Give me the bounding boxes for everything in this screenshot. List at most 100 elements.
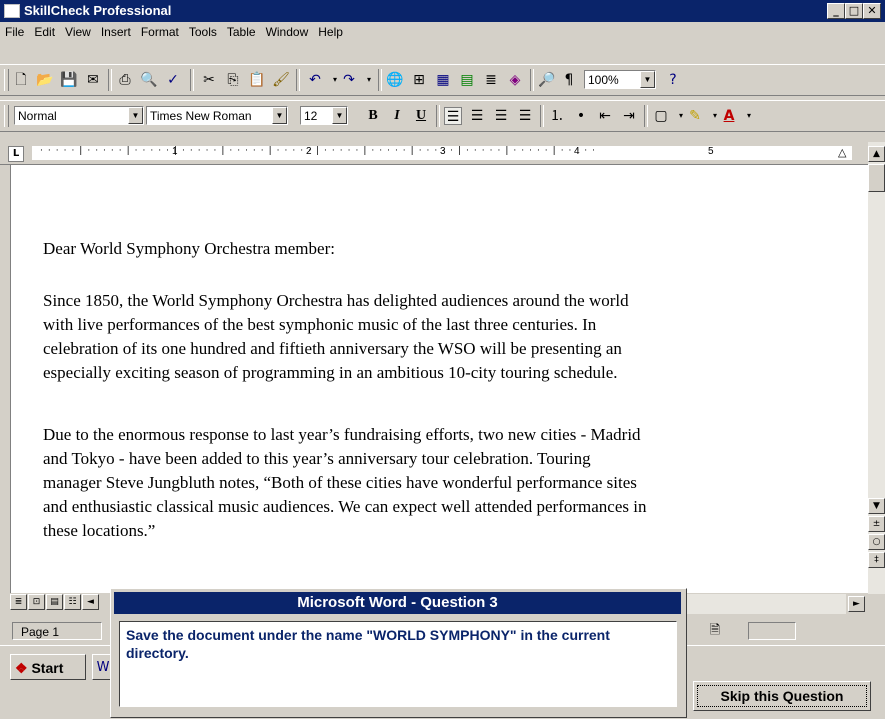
bullets-icon[interactable]: •: [572, 107, 590, 125]
spelling-status-icon[interactable]: 🗎: [690, 622, 740, 640]
justify-icon[interactable]: ☰: [516, 107, 534, 125]
show-hide-icon[interactable]: ¶: [560, 71, 578, 89]
font-color-dropdown-icon[interactable]: ▾: [740, 107, 758, 125]
separator: [644, 105, 648, 127]
outline-view-icon[interactable]: ☷: [64, 594, 81, 610]
menu-insert[interactable]: Insert: [96, 22, 136, 39]
ruler[interactable]: L ·····|·····|·····|·····|·····|·····|··…: [0, 142, 868, 165]
cut-icon[interactable]: ✂: [200, 71, 218, 89]
minimize-button[interactable]: _: [827, 3, 845, 19]
menu-file[interactable]: File: [0, 22, 29, 39]
maximize-button[interactable]: □: [845, 3, 863, 19]
paragraph-1-line-4: especially exciting season of programmin…: [43, 363, 618, 382]
insert-table-icon[interactable]: ▦: [434, 71, 452, 89]
scroll-left-icon[interactable]: ◄: [82, 594, 99, 610]
open-icon[interactable]: 📂: [36, 71, 54, 89]
align-right-icon[interactable]: ☰: [492, 107, 510, 125]
formatting-toolbar: Normal ▼ Times New Roman ▼ 12 ▼ B I U ☰ ☰ ☰…: [0, 100, 885, 132]
align-left-icon[interactable]: ☰: [444, 107, 462, 125]
chevron-down-icon[interactable]: ▼: [640, 71, 655, 88]
menu-window[interactable]: Window: [261, 22, 314, 39]
normal-view-icon[interactable]: ≣: [10, 594, 27, 610]
numbering-icon[interactable]: ⒈: [548, 107, 566, 125]
style-select[interactable]: Normal ▼: [14, 106, 144, 125]
scroll-thumb[interactable]: [868, 164, 885, 192]
paragraph-2-line-2: and Tokyo - have been added to this year…: [43, 449, 591, 468]
spelling-icon[interactable]: ✓: [164, 71, 182, 89]
app-icon: [4, 4, 20, 18]
print-layout-icon[interactable]: ▤: [46, 594, 63, 610]
menu-table[interactable]: Table: [222, 22, 261, 39]
toolbar-grip[interactable]: [4, 69, 9, 91]
tables-borders-icon[interactable]: ⊞: [410, 71, 428, 89]
paste-icon[interactable]: 📋: [248, 71, 266, 89]
separator: [108, 69, 112, 91]
bold-button[interactable]: B: [364, 107, 382, 125]
chevron-down-icon[interactable]: ▼: [272, 107, 287, 124]
help-icon[interactable]: ?: [664, 71, 682, 89]
style-value: Normal: [18, 109, 57, 123]
standard-toolbar: 🗋 📂 💾 ✉ ⎙ 🔍 ✓ ✂ ⎘ 📋 🖌 ↶ ▾ ↷ ▾ 🌐 ⊞ ▦ ▤ ≣ …: [0, 64, 885, 96]
start-button[interactable]: ❖ Start: [10, 654, 86, 680]
insert-excel-icon[interactable]: ▤: [458, 71, 476, 89]
paragraph-1-line-1: Since 1850, the World Symphony Orchestra…: [43, 291, 629, 310]
web-layout-icon[interactable]: ⊡: [28, 594, 45, 610]
dialog-title: Microsoft Word - Question 3: [114, 592, 681, 614]
status-panel: [748, 622, 796, 640]
font-select[interactable]: Times New Roman ▼: [146, 106, 288, 125]
tab-selector[interactable]: L: [8, 146, 24, 162]
menu-edit[interactable]: Edit: [29, 22, 60, 39]
document-page[interactable]: Dear World Symphony Orchestra member: Si…: [10, 165, 869, 593]
menu-format[interactable]: Format: [136, 22, 184, 39]
separator: [378, 69, 382, 91]
horizontal-scroll-track[interactable]: [686, 594, 846, 614]
document-map-icon[interactable]: 🔎: [538, 71, 556, 89]
columns-icon[interactable]: ≣: [482, 71, 500, 89]
next-page-icon[interactable]: ‡: [868, 552, 885, 568]
previous-page-icon[interactable]: ±: [868, 516, 885, 532]
close-button[interactable]: ✕: [863, 3, 881, 19]
question-dialog: Microsoft Word - Question 3 Save the doc…: [110, 588, 687, 718]
print-icon[interactable]: ⎙: [116, 71, 134, 89]
email-icon[interactable]: ✉: [84, 71, 102, 89]
vertical-scrollbar[interactable]: ▲ ▼ ± ○ ‡: [868, 142, 885, 594]
underline-button[interactable]: U: [412, 107, 430, 125]
save-icon[interactable]: 💾: [60, 71, 78, 89]
format-painter-icon[interactable]: 🖌: [272, 71, 290, 89]
redo-dropdown-icon[interactable]: ▾: [360, 71, 378, 89]
redo-icon[interactable]: ↷: [340, 71, 358, 89]
print-preview-icon[interactable]: 🔍: [140, 71, 158, 89]
menu-help[interactable]: Help: [313, 22, 348, 39]
menu-tools[interactable]: Tools: [184, 22, 222, 39]
font-size-select[interactable]: 12 ▼: [300, 106, 348, 125]
right-indent-marker[interactable]: △: [838, 146, 846, 159]
skip-question-button[interactable]: Skip this Question: [693, 681, 871, 711]
font-color-icon[interactable]: A: [720, 107, 738, 125]
new-icon[interactable]: 🗋: [12, 71, 30, 89]
drawing-icon[interactable]: ◈: [506, 71, 524, 89]
zoom-select[interactable]: 100% ▼: [584, 70, 656, 89]
decrease-indent-icon[interactable]: ⇤: [596, 107, 614, 125]
scroll-down-icon[interactable]: ▼: [868, 498, 885, 514]
menu-bar: File Edit View Insert Format Tools Table Window…: [0, 22, 885, 42]
ruler-mark-2: 2: [306, 146, 312, 157]
toolbar-grip[interactable]: [4, 105, 9, 127]
increase-indent-icon[interactable]: ⇥: [620, 107, 638, 125]
select-browse-object-icon[interactable]: ○: [868, 534, 885, 550]
scroll-up-icon[interactable]: ▲: [868, 146, 885, 162]
highlight-icon[interactable]: ✎: [686, 107, 704, 125]
copy-icon[interactable]: ⎘: [224, 71, 242, 89]
undo-icon[interactable]: ↶: [306, 71, 324, 89]
chevron-down-icon[interactable]: ▼: [128, 107, 143, 124]
align-center-icon[interactable]: ☰: [468, 107, 486, 125]
borders-icon[interactable]: ▢: [652, 107, 670, 125]
salutation: Dear World Symphony Orchestra member:: [43, 239, 335, 258]
hyperlink-icon[interactable]: 🌐: [386, 71, 404, 89]
menu-view[interactable]: View: [60, 22, 96, 39]
paragraph-1-line-3: celebration of its one hundred and fifti…: [43, 339, 622, 358]
scroll-right-icon[interactable]: ►: [848, 596, 865, 612]
chevron-down-icon[interactable]: ▼: [332, 107, 347, 124]
paragraph-2-line-5: these locations.”: [43, 521, 156, 540]
separator: [436, 105, 440, 127]
italic-button[interactable]: I: [388, 107, 406, 125]
